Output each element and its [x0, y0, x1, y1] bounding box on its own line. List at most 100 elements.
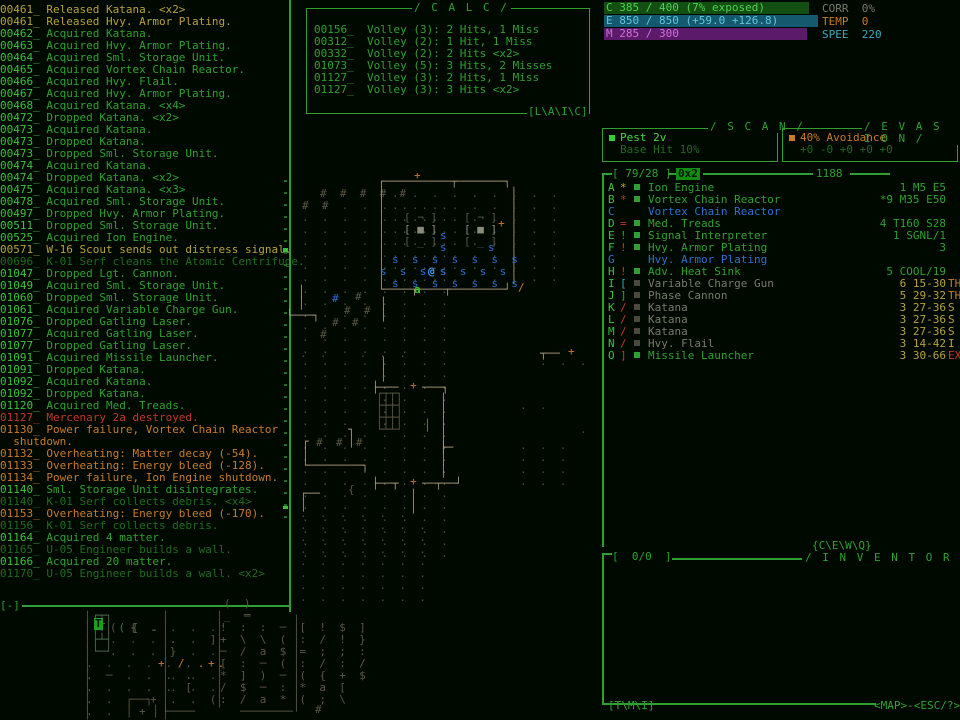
part-integrity-icon	[634, 338, 648, 350]
map-floor-dots: . . . . .	[300, 347, 406, 360]
part-name: Missile Launcher	[648, 349, 754, 362]
submap-wall: │	[293, 651, 300, 664]
map-ally: s s s s s s s	[392, 277, 518, 290]
map-wall: ──┬──┘	[422, 477, 462, 490]
part-row[interactable]: O] Missile Launcher 3 30-66 EX	[608, 349, 960, 362]
parts-multiplier-badge[interactable]: 0x2	[676, 168, 700, 180]
parts-capacity: [ 79/28 ]	[612, 167, 672, 180]
status-readout: CORR 0%	[822, 2, 882, 15]
map-door: +	[410, 475, 417, 488]
map-esc-hint[interactable]: <MAP>-<ESC/?>	[874, 700, 960, 712]
map-rubble: # # #	[316, 436, 363, 449]
status-readout-label: TEMP	[822, 15, 849, 28]
submap-wall: └────	[162, 705, 196, 718]
map-item: #	[332, 292, 339, 305]
matter-bar-label: M 285 / 300	[606, 27, 679, 40]
map-rubble: #	[355, 290, 362, 303]
part-integrity-icon	[634, 230, 648, 242]
part-stats: 3	[939, 241, 946, 254]
map-floor-dots: . . .	[520, 475, 567, 488]
part-damage-type: EX	[948, 349, 960, 362]
parts-corner	[602, 173, 612, 175]
submap-rubble: #	[315, 703, 322, 716]
map-machine: [ _ ]	[404, 235, 438, 248]
map-item: │	[424, 419, 431, 432]
map-wall: ├──┬	[372, 477, 399, 490]
part-integrity-icon	[634, 302, 648, 314]
scan-target-marker	[609, 133, 615, 145]
map-rubble: # #	[332, 316, 359, 329]
parts-rating: 1188	[816, 167, 843, 180]
part-stats: *9 M35 E50	[879, 193, 946, 206]
submap-glyph: +	[150, 693, 157, 706]
map-item: {	[348, 483, 355, 496]
parts-rule-b	[703, 173, 813, 175]
submap-player-highlight: T	[94, 617, 103, 630]
inventory-left-border	[602, 553, 604, 703]
submap-wall: │	[293, 639, 300, 652]
evasion-modifiers: +0 -0 +0 +0 +0	[800, 143, 893, 156]
status-readout-value: 0	[848, 15, 869, 28]
map-floor-dots: . .	[520, 399, 547, 412]
map-wall: ├─	[440, 441, 454, 454]
part-integrity-icon	[634, 350, 648, 362]
part-slot-key: O	[608, 349, 615, 362]
inventory-title: / I N V E N T O R Y /	[805, 551, 952, 564]
map-wall: │	[348, 435, 355, 448]
part-integrity-icon	[634, 314, 648, 326]
submap-wall: │	[293, 627, 300, 640]
submap-glyph: . . │ + │	[86, 705, 159, 718]
part-integrity-icon	[634, 242, 648, 254]
map-floor-dots: . . . . . . .	[300, 591, 426, 604]
map-wall: └────────┐	[302, 459, 369, 472]
status-readout: SPEE 220	[822, 28, 882, 41]
status-readout-value: 220	[848, 28, 882, 41]
map-door: +	[410, 379, 417, 392]
submap-wall: │	[293, 675, 300, 688]
part-integrity-icon	[634, 194, 648, 206]
submap-wall: ────────	[240, 705, 293, 718]
part-integrity-icon	[634, 290, 648, 302]
map-door: +	[498, 217, 505, 230]
map-machine: └┴┴┘	[376, 423, 403, 436]
part-integrity-icon	[634, 182, 648, 194]
part-integrity-icon	[634, 326, 648, 338]
status-readout-label: CORR	[822, 2, 849, 15]
submap-wall: │	[293, 663, 300, 676]
parts-rule-a	[668, 173, 676, 175]
parts-rule-c	[850, 173, 890, 175]
part-integrity-icon	[634, 278, 648, 290]
part-integrity-icon	[634, 266, 648, 278]
map-door: +	[414, 169, 421, 182]
evasion-marker	[789, 133, 795, 145]
inventory-bottom-rule	[650, 703, 876, 705]
map-rubble: #	[320, 328, 327, 341]
map-rubble: # #	[302, 199, 329, 212]
map-floor-dots: .	[580, 423, 587, 436]
scan-base-hit: Base Hit 10%	[620, 143, 700, 156]
submap-door: +	[208, 657, 215, 670]
parts-left-border	[602, 175, 604, 547]
submap-wall: │	[293, 687, 300, 700]
map-floor-dots: . . .	[540, 355, 587, 368]
map-item: /	[518, 281, 525, 294]
map-wall: └───┐	[286, 309, 320, 322]
part-stats: 3 30-66	[899, 349, 946, 362]
inventory-capacity: [ 0/0 ]	[612, 550, 672, 563]
submap-wall: │	[293, 699, 300, 712]
resource-bars: C 385 / 400 (7% exposed) E 850 / 850 (+5…	[604, 2, 960, 40]
part-state-icon: ]	[620, 349, 627, 362]
status-readout-label: SPEE	[822, 28, 849, 41]
part-integrity-icon	[634, 218, 648, 230]
status-readouts: CORR 0% TEMP 0 SPEE 220	[822, 2, 882, 41]
map-wall: │	[380, 309, 387, 322]
status-readout-value: 0%	[848, 2, 875, 15]
core-bar-label: C 385 / 400 (7% exposed)	[606, 1, 765, 14]
part-stats: 1 SGNL/1	[893, 229, 946, 242]
submap-wall: │	[293, 615, 300, 628]
inventory-bottom-tag[interactable]: [T\M\I]	[608, 700, 654, 712]
inventory-rule	[672, 558, 802, 560]
map-item: a	[414, 283, 421, 296]
map-view[interactable]: . . . . . . . . . . . . . . . . . . . . …	[0, 0, 600, 720]
status-readout: TEMP 0	[822, 15, 882, 28]
